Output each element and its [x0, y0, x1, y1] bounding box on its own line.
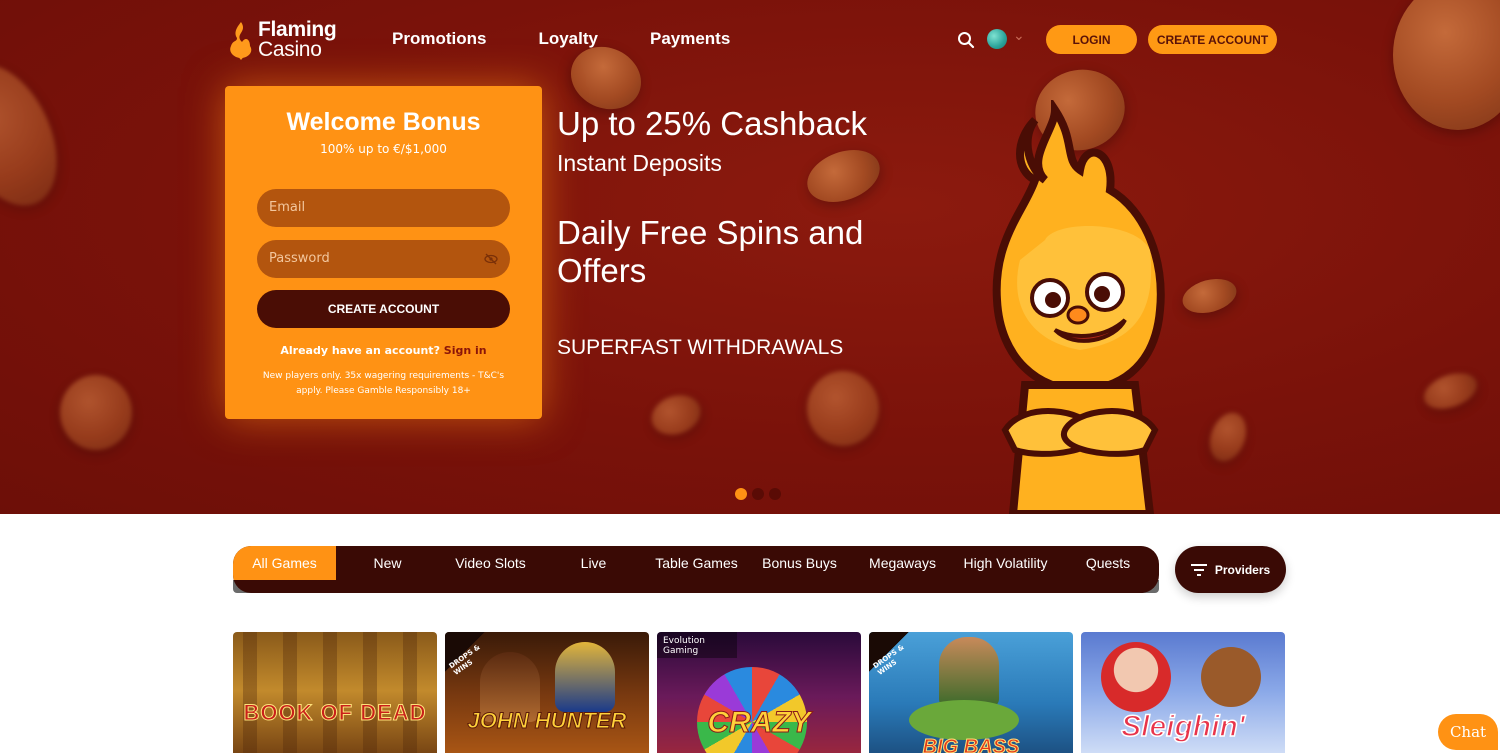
chevron-down-icon[interactable]: ⌄ — [1013, 28, 1025, 44]
coin-decoration — [0, 48, 78, 222]
fish-graphic — [909, 700, 1019, 740]
hero-offer: Daily Free Spins and Offers — [557, 214, 864, 289]
providers-label: Providers — [1214, 562, 1271, 577]
hero-banner: Flaming Casino Promotions Loyalty Paymen… — [0, 0, 1500, 514]
santa-figure — [1101, 642, 1171, 712]
email-field[interactable]: Email — [257, 189, 510, 227]
game-category-tabs: All Games New Video Slots Live Table Gam… — [233, 546, 1159, 593]
temple-pillars — [243, 632, 427, 753]
chat-button[interactable]: Chat — [1438, 714, 1498, 750]
coin-decoration — [1178, 273, 1241, 319]
game-title: BOOK OF DEAD — [243, 700, 427, 726]
game-title: BIG BASS — [922, 736, 1020, 753]
coin-decoration — [646, 388, 706, 442]
coin-decoration — [1419, 366, 1482, 416]
card-subtitle: 100% up to €/$1,000 — [320, 142, 447, 156]
providers-button[interactable]: Providers — [1175, 546, 1286, 593]
tab-live[interactable]: Live — [542, 546, 645, 580]
game-title: JOHN HUNTER — [467, 708, 627, 734]
tab-video-slots[interactable]: Video Slots — [439, 546, 542, 580]
login-button[interactable]: LOGIN — [1046, 25, 1137, 54]
evolution-text: Evolution Gaming — [663, 636, 705, 656]
tab-all-games[interactable]: All Games — [233, 546, 336, 580]
game-tile-big-bass[interactable]: DROPS & WINS BIG BASS — [869, 632, 1073, 753]
hero-subheadline: Instant Deposits — [557, 150, 722, 176]
tab-megaways[interactable]: Megaways — [851, 546, 954, 580]
already-text: Already have an account? — [280, 344, 440, 357]
coin-decoration — [807, 371, 879, 446]
carousel-dot-3[interactable] — [769, 488, 781, 500]
password-field[interactable]: Password — [257, 240, 510, 278]
main-nav: Promotions Loyalty Payments — [392, 29, 782, 49]
hero-tagline: SUPERFAST WITHDRAWALS — [557, 336, 844, 359]
tab-high-volatility[interactable]: High Volatility — [954, 546, 1057, 580]
signup-card: Welcome Bonus 100% up to €/$1,000 Email … — [225, 86, 542, 419]
logo-text: Flaming Casino — [258, 18, 337, 61]
tab-table-games[interactable]: Table Games — [645, 546, 748, 580]
tab-quests[interactable]: Quests — [1057, 546, 1159, 580]
game-title: Sleighin' — [1120, 709, 1245, 744]
signup-submit-button[interactable]: CREATE ACCOUNT — [257, 290, 510, 328]
game-tile-john-hunter[interactable]: DROPS & WINS JOHN HUNTER — [445, 632, 649, 753]
tab-new[interactable]: New — [336, 546, 439, 580]
pharaoh-figure — [555, 642, 615, 712]
eye-off-icon[interactable] — [484, 252, 498, 266]
nav-payments[interactable]: Payments — [650, 29, 730, 49]
coin-decoration — [1393, 0, 1500, 130]
logo[interactable]: Flaming Casino — [226, 18, 346, 62]
carousel-dot-1[interactable] — [735, 488, 747, 500]
coin-decoration — [800, 140, 887, 212]
fisherman-figure — [939, 637, 999, 707]
game-tile-book-of-dead[interactable]: BOOK OF DEAD — [233, 632, 437, 753]
tab-bonus-buys[interactable]: Bonus Buys — [748, 546, 851, 580]
hero-headline: Up to 25% Cashback — [557, 105, 868, 142]
nav-loyalty[interactable]: Loyalty — [538, 29, 598, 49]
card-title: Welcome Bonus — [286, 108, 481, 136]
flame-mascot — [992, 100, 1165, 514]
game-tile-sleighin[interactable]: Sleighin' — [1081, 632, 1285, 753]
search-icon[interactable] — [957, 31, 975, 49]
password-placeholder: Password — [269, 251, 330, 266]
reindeer-figure — [1201, 647, 1261, 707]
signin-link[interactable]: Sign in — [444, 344, 487, 357]
coin-decoration — [1203, 407, 1253, 467]
carousel-dot-2[interactable] — [752, 488, 764, 500]
filter-icon — [1190, 563, 1207, 576]
terms-text: New players only. 35x wagering requireme… — [262, 371, 505, 396]
globe-icon[interactable] — [987, 29, 1007, 49]
create-account-button[interactable]: CREATE ACCOUNT — [1148, 25, 1277, 54]
coin-decoration — [60, 375, 132, 450]
signin-prompt: Already have an account? Sign in — [225, 344, 542, 357]
game-title: CRAZY — [707, 706, 811, 740]
game-tile-crazy-time[interactable]: Evolution Gaming CRAZY — [657, 632, 861, 753]
carousel-dots — [735, 488, 781, 500]
flame-icon — [230, 22, 252, 60]
nav-promotions[interactable]: Promotions — [392, 29, 486, 49]
